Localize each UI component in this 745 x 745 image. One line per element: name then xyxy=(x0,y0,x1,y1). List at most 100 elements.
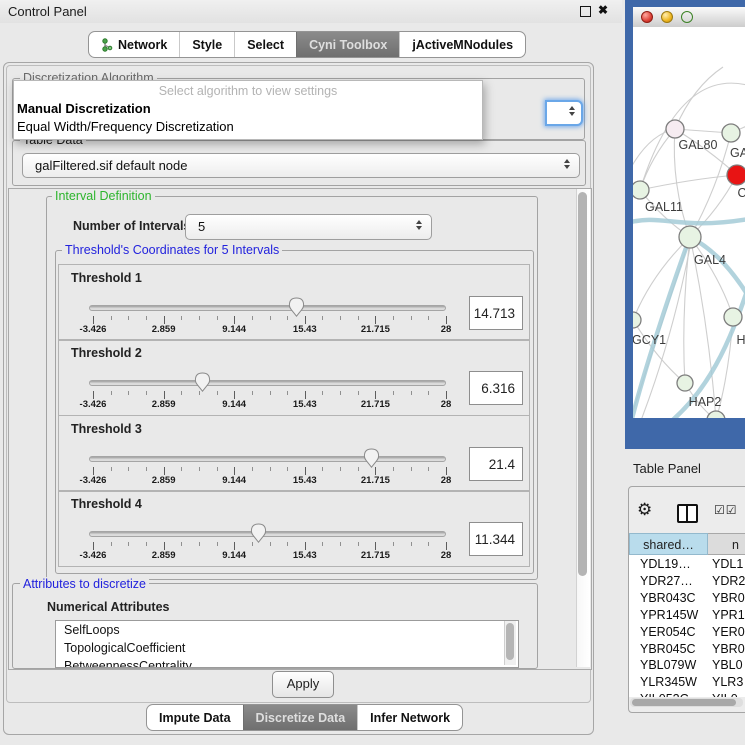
tab-network[interactable]: Network xyxy=(89,32,179,57)
cell-name: YDR2 xyxy=(712,573,745,590)
table-data-combo-value: galFiltered.sif default node xyxy=(35,154,187,177)
table-row[interactable]: YBR043CYBR0 xyxy=(629,590,745,607)
minor-tick xyxy=(252,467,253,471)
gear-icon[interactable]: ⚙ xyxy=(637,500,652,520)
threshold-label: Threshold 1 xyxy=(71,271,142,285)
network-edge[interactable] xyxy=(640,129,675,190)
viewport-scrollbar-thumb[interactable] xyxy=(578,192,587,576)
network-node-gal11[interactable] xyxy=(633,181,649,199)
network-canvas[interactable]: GAL80GACGAL11GAL4GCY1HHAP2 xyxy=(633,27,745,418)
interval-definition-title: Interval Definition xyxy=(52,189,155,203)
minor-tick xyxy=(411,391,412,395)
network-node-hap2[interactable] xyxy=(677,375,693,391)
tab-infer-network[interactable]: Infer Network xyxy=(357,705,462,730)
table-row[interactable]: YER054CYER0 xyxy=(629,624,745,641)
major-tick xyxy=(305,316,306,324)
select-columns-checkboxes-icon[interactable]: ☑☑ xyxy=(714,503,738,517)
network-edge[interactable] xyxy=(690,237,745,297)
number-of-intervals-combo[interactable]: 5 xyxy=(185,214,432,240)
scale-tick-label: 15.43 xyxy=(277,475,333,486)
minimize-traffic-light-icon[interactable] xyxy=(661,11,673,23)
minor-tick xyxy=(393,316,394,320)
network-edge[interactable] xyxy=(633,219,745,223)
network-graph[interactable]: GAL80GACGAL11GAL4GCY1HHAP2 xyxy=(633,27,745,418)
split-columns-icon[interactable] xyxy=(677,504,698,523)
major-tick xyxy=(93,542,94,550)
network-node-c[interactable] xyxy=(727,165,745,185)
network-edge[interactable] xyxy=(684,237,690,383)
threshold-slider-track[interactable] xyxy=(89,531,446,537)
minor-tick xyxy=(270,467,271,471)
combo-spinner-icon xyxy=(416,220,422,230)
minor-tick xyxy=(252,316,253,320)
major-tick xyxy=(234,542,235,550)
tab-discretize-data[interactable]: Discretize Data xyxy=(243,705,358,730)
table-row[interactable]: YDR27…YDR2 xyxy=(629,573,745,590)
major-tick xyxy=(93,316,94,324)
cell-name: YER0 xyxy=(712,624,745,641)
network-window-titlebar[interactable] xyxy=(633,7,745,28)
network-node-gal80[interactable] xyxy=(666,120,684,138)
attribute-list-item[interactable]: SelfLoops xyxy=(56,621,518,639)
network-edge[interactable] xyxy=(640,175,737,190)
tab-select[interactable]: Select xyxy=(234,32,296,57)
threshold-value-field[interactable]: 21.4 xyxy=(469,447,523,481)
minor-tick xyxy=(146,542,147,546)
tab-impute-data[interactable]: Impute Data xyxy=(147,705,243,730)
network-node[interactable] xyxy=(707,411,725,418)
node-table-rows: YDL19…YDL1YDR27…YDR2YBR043CYBR0YPR145WYP… xyxy=(629,555,745,697)
zoom-traffic-light-icon[interactable] xyxy=(681,11,693,23)
tab-style[interactable]: Style xyxy=(179,32,234,57)
threshold-slider-thumb[interactable] xyxy=(363,448,380,468)
table-row[interactable]: YBR045CYBR0 xyxy=(629,641,745,658)
threshold-slider-thumb[interactable] xyxy=(250,523,267,543)
network-edge[interactable] xyxy=(690,175,737,237)
minor-tick xyxy=(128,316,129,320)
attribute-list-item[interactable]: TopologicalCoefficient xyxy=(56,639,518,657)
algorithm-combo-focus-ring[interactable] xyxy=(545,100,583,126)
numerical-attributes-list[interactable]: SelfLoopsTopologicalCoefficientBetweenne… xyxy=(55,620,519,668)
threshold-value-field[interactable]: 14.713 xyxy=(469,296,523,330)
network-node-h[interactable] xyxy=(724,308,742,326)
threshold-value-field[interactable]: 6.316 xyxy=(469,371,523,405)
scale-tick-label: 9.144 xyxy=(206,324,262,335)
float-window-icon[interactable] xyxy=(580,6,591,17)
threshold-slider-track[interactable] xyxy=(89,380,446,386)
column-header-shared-name[interactable]: shared… xyxy=(629,533,708,555)
minor-tick xyxy=(322,391,323,395)
network-node-gcy1[interactable] xyxy=(633,312,641,328)
number-of-intervals-label: Number of Intervals xyxy=(73,219,190,233)
popup-option-equal-width-frequency[interactable]: Equal Width/Frequency Discretization xyxy=(17,119,234,134)
column-header-name[interactable]: n xyxy=(708,533,745,555)
scale-tick-label: 28 xyxy=(418,550,474,561)
attribute-list-item[interactable]: BetweennessCentrality xyxy=(56,657,518,668)
popup-option-manual-discretization[interactable]: Manual Discretization xyxy=(17,101,151,116)
threshold-slider-thumb[interactable] xyxy=(288,297,305,317)
attributes-scrollbar-thumb[interactable] xyxy=(506,623,514,660)
threshold-value-field[interactable]: 11.344 xyxy=(469,522,523,556)
tab-jactivemnodules[interactable]: jActiveMNodules xyxy=(399,32,525,57)
apply-button[interactable]: Apply xyxy=(272,671,334,698)
major-tick xyxy=(305,542,306,550)
table-row[interactable]: YLR345WYLR3 xyxy=(629,674,745,691)
table-row[interactable]: YBL079WYBL0 xyxy=(629,657,745,674)
network-edge[interactable] xyxy=(633,237,690,320)
tab-cyni-toolbox[interactable]: Cyni Toolbox xyxy=(296,32,399,57)
table-row[interactable]: YPR145WYPR1 xyxy=(629,607,745,624)
network-edge[interactable] xyxy=(675,67,723,129)
threshold-slider-track[interactable] xyxy=(89,456,446,462)
major-tick xyxy=(234,467,235,475)
table-row[interactable]: YIL052CYIL0 xyxy=(629,691,745,697)
table-hscrollbar-thumb[interactable] xyxy=(632,699,736,706)
network-node-gal4[interactable] xyxy=(679,226,701,248)
threshold-slider-track[interactable] xyxy=(89,305,446,311)
major-tick xyxy=(446,467,447,475)
threshold-slider-thumb[interactable] xyxy=(194,372,211,392)
table-data-combo[interactable]: galFiltered.sif default node xyxy=(22,153,580,178)
close-icon[interactable]: ✖ xyxy=(598,3,608,17)
close-traffic-light-icon[interactable] xyxy=(641,11,653,23)
minor-tick xyxy=(199,467,200,471)
network-node-ga[interactable] xyxy=(722,124,740,142)
minor-tick xyxy=(199,316,200,320)
table-row[interactable]: YDL19…YDL1 xyxy=(629,556,745,573)
